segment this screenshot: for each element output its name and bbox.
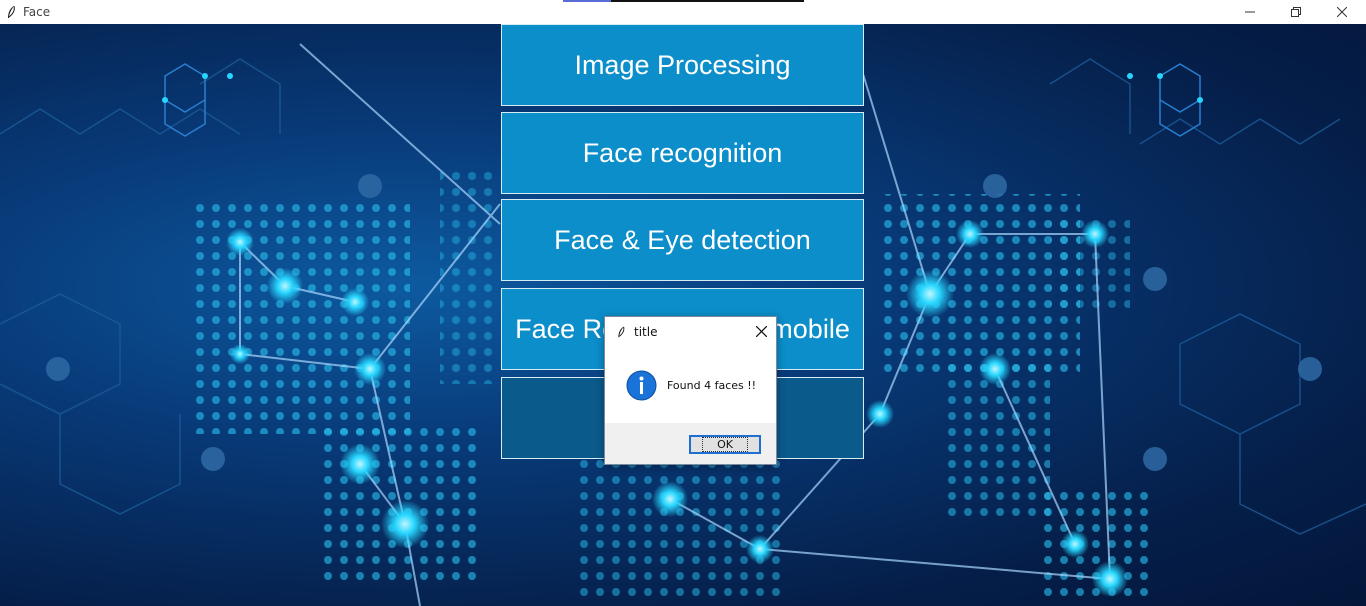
window-title: Face — [23, 5, 51, 19]
close-icon — [1337, 7, 1347, 17]
title-strip — [563, 0, 804, 2]
dialog-footer: OK — [605, 423, 776, 464]
image-processing-button[interactable]: Image Processing — [501, 24, 864, 106]
restore-icon — [1291, 7, 1301, 17]
face-recognition-button[interactable]: Face recognition — [501, 112, 864, 194]
dialog-message: Found 4 faces !! — [667, 379, 757, 392]
restore-button[interactable] — [1273, 0, 1319, 24]
dialog-body: Found 4 faces !! — [605, 347, 776, 424]
minimize-button[interactable] — [1227, 0, 1273, 24]
feather-icon — [8, 5, 15, 18]
dialog-title: title — [634, 325, 658, 339]
face-eye-detection-label: Face & Eye detection — [554, 224, 811, 255]
face-recognition-label: Face recognition — [582, 137, 783, 168]
image-processing-label: Image Processing — [574, 49, 791, 80]
face-eye-detection-button[interactable]: Face & Eye detection — [501, 199, 864, 281]
dialog-close-button[interactable] — [746, 317, 776, 345]
info-dialog: title Found 4 faces !! OK — [604, 316, 777, 465]
feather-icon — [618, 326, 625, 338]
ok-button[interactable]: OK — [689, 435, 761, 454]
close-button[interactable] — [1319, 0, 1365, 24]
window-titlebar: Face — [0, 0, 1366, 24]
info-icon — [626, 370, 657, 401]
dialog-titlebar: title — [605, 317, 776, 347]
close-icon — [755, 325, 767, 337]
minimize-icon — [1245, 11, 1255, 13]
ok-button-label: OK — [702, 437, 748, 452]
